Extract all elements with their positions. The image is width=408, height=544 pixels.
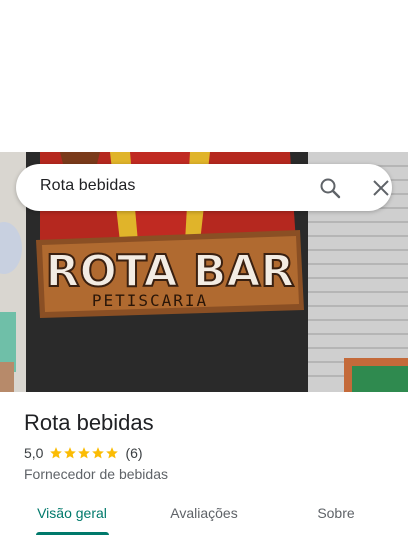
sign-main-text: ROTA BAR [46, 246, 295, 297]
star-icon [92, 447, 105, 459]
sign-sub-text: PETISCARIA [92, 291, 208, 310]
star-icon [50, 447, 63, 459]
search-icon[interactable] [318, 176, 342, 200]
tab-label: Avaliações [170, 505, 238, 521]
place-tabs: Visão geral Avaliações Sobre [0, 502, 408, 544]
rating-value: 5,0 [24, 445, 44, 461]
close-icon[interactable] [369, 176, 393, 200]
place-info-panel: Rota bebidas 5,0 (6) Fornecedor de bebid… [0, 392, 408, 544]
map-blank-area [0, 0, 408, 152]
tab-about[interactable]: Sobre [296, 502, 376, 544]
search-input[interactable]: Rota bebidas [40, 177, 136, 195]
tab-label: Sobre [317, 505, 355, 521]
search-bar[interactable]: Rota bebidas [16, 164, 392, 211]
tab-overview[interactable]: Visão geral [24, 502, 120, 544]
rating-row[interactable]: 5,0 (6) [24, 444, 143, 462]
place-title: Rota bebidas [24, 410, 154, 435]
tab-label: Visão geral [37, 505, 107, 521]
review-count[interactable]: (6) [125, 445, 142, 461]
star-icon [78, 447, 91, 459]
star-rating [49, 446, 119, 460]
star-icon [64, 447, 77, 459]
star-icon [106, 447, 119, 459]
active-tab-indicator [36, 532, 109, 535]
place-category[interactable]: Fornecedor de bebidas [24, 466, 168, 482]
tab-reviews[interactable]: Avaliações [156, 502, 252, 544]
